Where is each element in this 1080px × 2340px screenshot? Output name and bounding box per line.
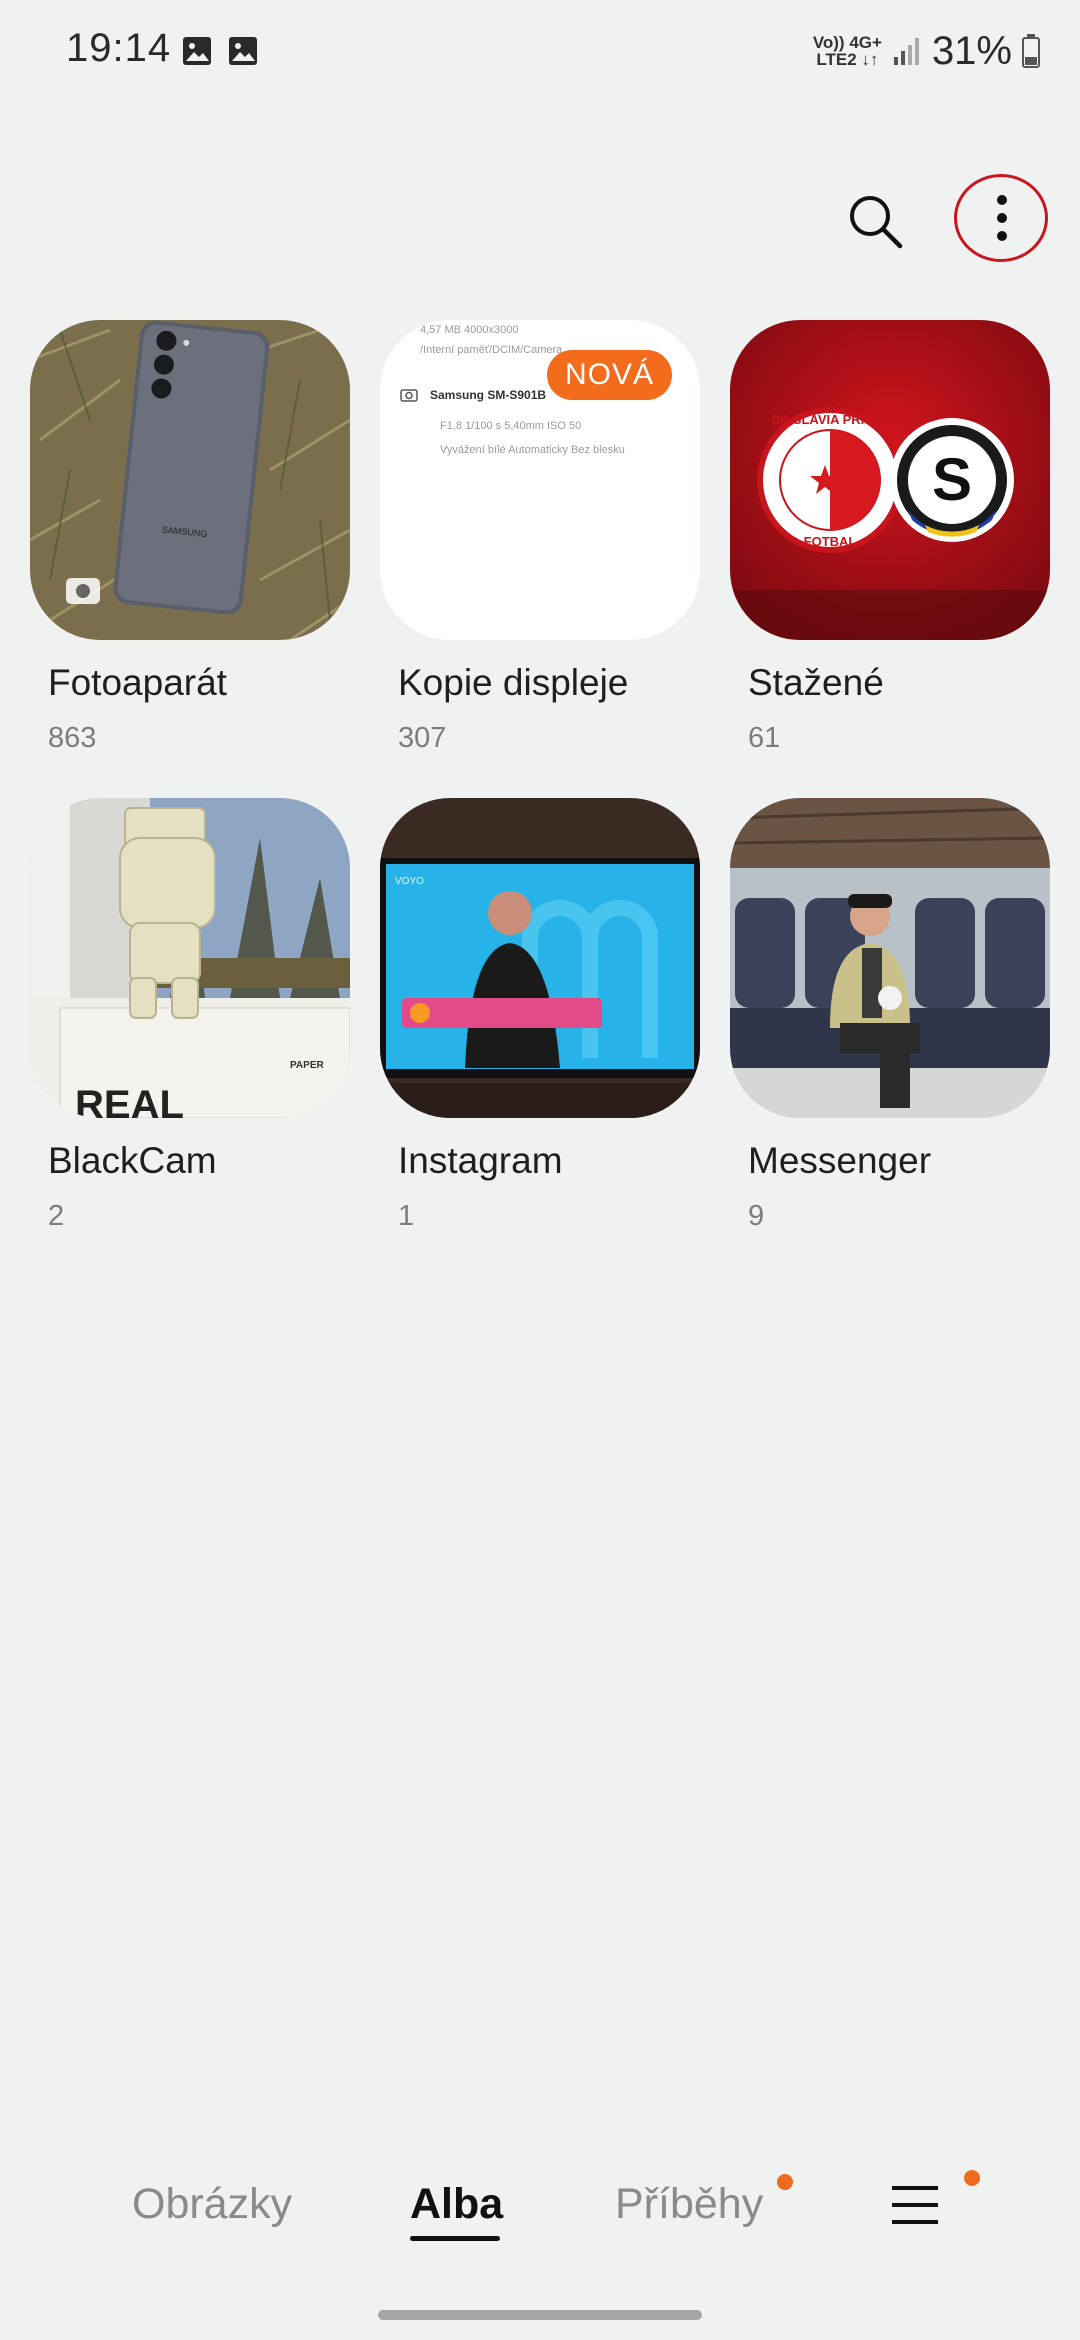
search-icon xyxy=(850,196,903,249)
top-actions xyxy=(828,172,1050,272)
album-thumbnail: 4,57 MB 4000x3000 /Interní paměť/DCIM/Ca… xyxy=(380,320,700,640)
search-button[interactable] xyxy=(828,174,924,270)
battery-icon xyxy=(1022,34,1040,68)
album-count: 307 xyxy=(398,722,447,754)
stories-notification-dot xyxy=(777,2174,793,2190)
album-name: BlackCam xyxy=(48,1140,217,1181)
album-messenger[interactable]: Messenger 9 xyxy=(730,798,1050,1233)
new-badge: NOVÁ xyxy=(546,350,672,400)
album-name: Instagram xyxy=(398,1140,563,1181)
tv-screen-photo: VOYO xyxy=(380,798,700,1118)
preview-line: /Interní paměť/DCIM/Camera xyxy=(420,344,563,356)
slavia-crest-text: SK SLAVIA PRAHA xyxy=(771,412,889,427)
active-tab-indicator xyxy=(410,2236,500,2241)
camera-icon xyxy=(400,389,418,402)
album-thumbnail: SAMSUNG xyxy=(30,320,350,640)
preview-line: Vyvážení bílé Automaticky Bez blesku xyxy=(440,444,625,456)
network-bottom-label: LTE2 ↓↑ xyxy=(816,50,879,69)
tab-albums[interactable]: Alba xyxy=(410,2180,503,2229)
hamburger-menu-icon xyxy=(892,2186,938,2224)
figurine-photo: PAPER REAL xyxy=(30,798,350,1118)
album-name: Fotoaparát xyxy=(48,662,227,703)
slavia-sub-text: FOTBAL xyxy=(804,534,857,549)
bottom-navigation: Obrázky Alba Příběhy xyxy=(0,2150,1080,2260)
football-crests-image: SK SLAVIA PRAHA FOTBAL S xyxy=(730,320,1050,640)
tv-channel-logo: VOYO xyxy=(395,876,424,887)
album-thumbnail: SK SLAVIA PRAHA FOTBAL S xyxy=(730,320,1050,640)
album-camera[interactable]: SAMSUNG Fotoaparát 863 xyxy=(30,320,350,755)
album-count: 61 xyxy=(748,722,781,754)
album-thumbnail xyxy=(730,798,1050,1118)
slavia-crest: SK SLAVIA PRAHA FOTBAL xyxy=(757,407,903,553)
status-right: Vo)) 4G+ LTE2 ↓↑ 31% xyxy=(813,26,1040,76)
tab-stories[interactable]: Příběhy xyxy=(615,2180,763,2229)
preview-device: Samsung SM-S901B xyxy=(430,388,547,402)
camera-phone-photo: SAMSUNG xyxy=(30,320,350,640)
image-notification-icon xyxy=(183,37,211,65)
album-count: 863 xyxy=(48,722,97,754)
preview-line: F1,8 1/100 s 5,40mm ISO 50 xyxy=(440,420,582,432)
album-blackcam[interactable]: PAPER REAL BlackCam 2 xyxy=(30,798,350,1233)
album-downloads[interactable]: SK SLAVIA PRAHA FOTBAL S Stažené 61 xyxy=(730,320,1050,755)
highlight-circle xyxy=(954,174,1048,262)
sparta-letter: S xyxy=(932,446,972,513)
album-count: 2 xyxy=(48,1200,65,1232)
album-thumbnail: PAPER REAL xyxy=(30,798,350,1118)
stadium-bench-photo xyxy=(730,798,1050,1118)
album-count: 1 xyxy=(398,1200,415,1232)
image-notification-icon xyxy=(229,37,257,65)
box-brand: REAL xyxy=(75,1083,184,1118)
album-count: 9 xyxy=(748,1200,765,1232)
network-top-label: Vo)) 4G+ xyxy=(812,33,882,52)
album-name: Kopie displeje xyxy=(398,662,629,703)
album-name: Stažené xyxy=(748,662,884,703)
more-options-button[interactable] xyxy=(954,174,1050,270)
preview-details: F1,8 1/100 s 5,40mm ISO 50 Vyvážení bílé… xyxy=(440,414,625,462)
album-instagram[interactable]: VOYO Instagram 1 xyxy=(380,798,700,1233)
battery-percent: 31% xyxy=(931,28,1012,73)
album-screenshots[interactable]: 4,57 MB 4000x3000 /Interní paměť/DCIM/Ca… xyxy=(380,320,700,755)
preview-line: 4,57 MB 4000x3000 xyxy=(420,324,519,336)
network-indicator: Vo)) 4G+ LTE2 ↓↑ xyxy=(813,34,882,68)
album-thumbnail: VOYO xyxy=(380,798,700,1118)
tab-pictures[interactable]: Obrázky xyxy=(132,2180,292,2229)
preview-device-row: Samsung SM-S901B xyxy=(400,388,546,402)
status-time: 19:14 xyxy=(66,26,172,70)
album-name: Messenger xyxy=(748,1140,932,1181)
signal-icon xyxy=(893,38,919,65)
sparta-crest: S xyxy=(890,418,1014,542)
preview-info: 4,57 MB 4000x3000 /Interní paměť/DCIM/Ca… xyxy=(420,320,562,360)
box-label: PAPER xyxy=(290,1060,324,1071)
menu-notification-dot xyxy=(964,2170,980,2186)
menu-button[interactable] xyxy=(890,2180,940,2230)
status-bar: 19:14 Vo)) 4G+ LTE2 ↓↑ 31% xyxy=(0,0,1080,100)
home-indicator[interactable] xyxy=(378,2310,702,2320)
